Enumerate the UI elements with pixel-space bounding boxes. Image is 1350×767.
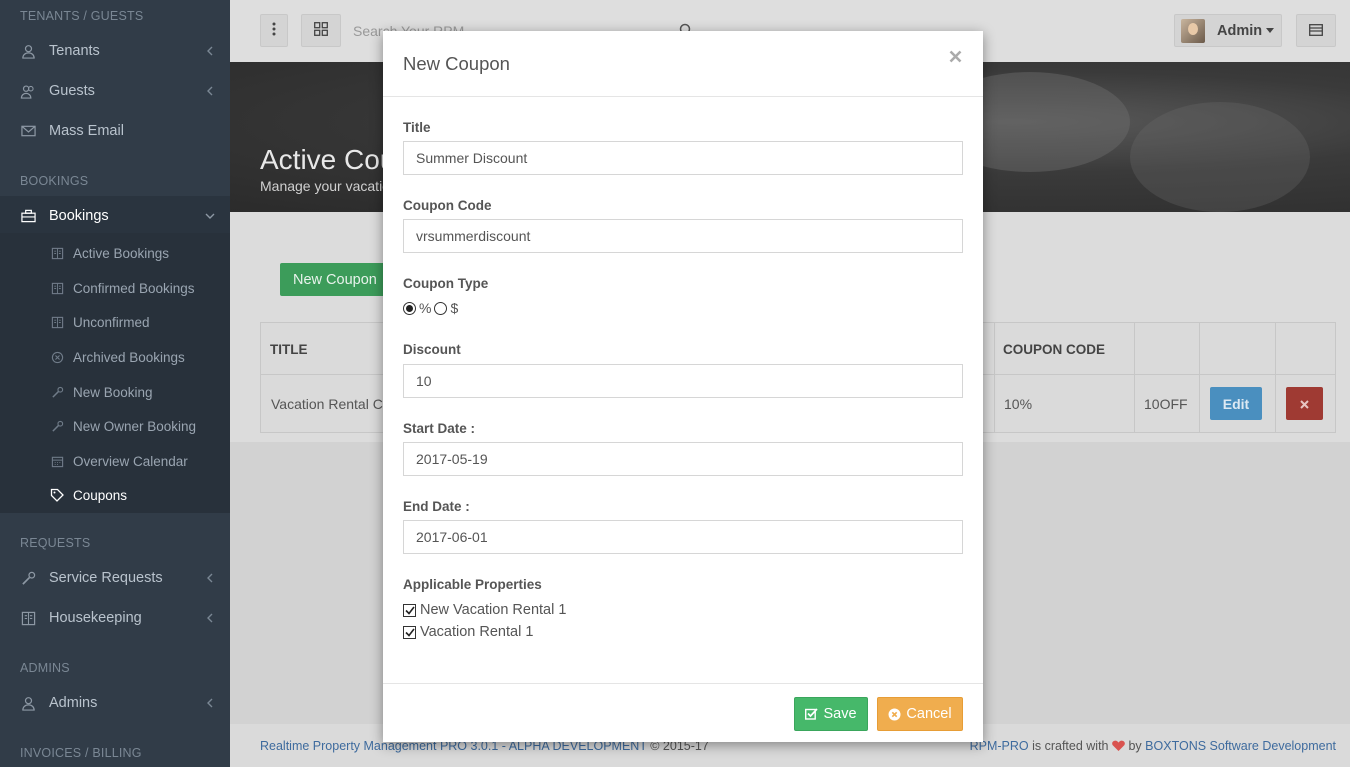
cancel-label: Cancel [906, 706, 952, 722]
coupon-type-group: % $ [403, 300, 458, 316]
property-label: Vacation Rental 1 [420, 624, 534, 640]
title-label: Title [403, 120, 431, 135]
modal-title: New Coupon [403, 53, 510, 74]
start-date-label: Start Date : [403, 421, 476, 436]
radio-percent-label: % [419, 300, 432, 316]
radio-dollar-label: $ [450, 300, 459, 316]
applicable-properties-label: Applicable Properties [403, 577, 542, 592]
checkbox-checked[interactable] [403, 625, 416, 639]
coupon-code-label: Coupon Code [403, 198, 492, 213]
title-input[interactable] [403, 141, 963, 175]
close-icon [949, 50, 962, 66]
coupon-code-input[interactable] [403, 219, 963, 253]
radio-percent[interactable] [403, 301, 416, 315]
radio-dollar[interactable] [434, 301, 448, 315]
modal-footer: Save Cancel [383, 683, 983, 742]
modal-header: New Coupon [383, 31, 983, 97]
check-square-icon [805, 708, 819, 720]
save-button[interactable]: Save [794, 697, 868, 731]
start-date-input[interactable] [403, 442, 963, 476]
end-date-label: End Date : [403, 499, 470, 514]
property-label: New Vacation Rental 1 [420, 602, 567, 618]
cancel-button[interactable]: Cancel [877, 697, 963, 731]
discount-label: Discount [403, 342, 461, 357]
checkbox-checked[interactable] [403, 603, 416, 617]
property-option[interactable]: New Vacation Rental 1 [403, 602, 566, 618]
end-date-input[interactable] [403, 520, 963, 554]
discount-input[interactable] [403, 364, 963, 398]
save-label: Save [823, 706, 857, 722]
modal-close-button[interactable] [947, 50, 963, 66]
times-circle-icon [888, 708, 901, 721]
new-coupon-modal: New Coupon Title Coupon Code Coupon Type… [383, 31, 983, 742]
coupon-type-label: Coupon Type [403, 276, 489, 291]
property-option[interactable]: Vacation Rental 1 [403, 624, 533, 640]
